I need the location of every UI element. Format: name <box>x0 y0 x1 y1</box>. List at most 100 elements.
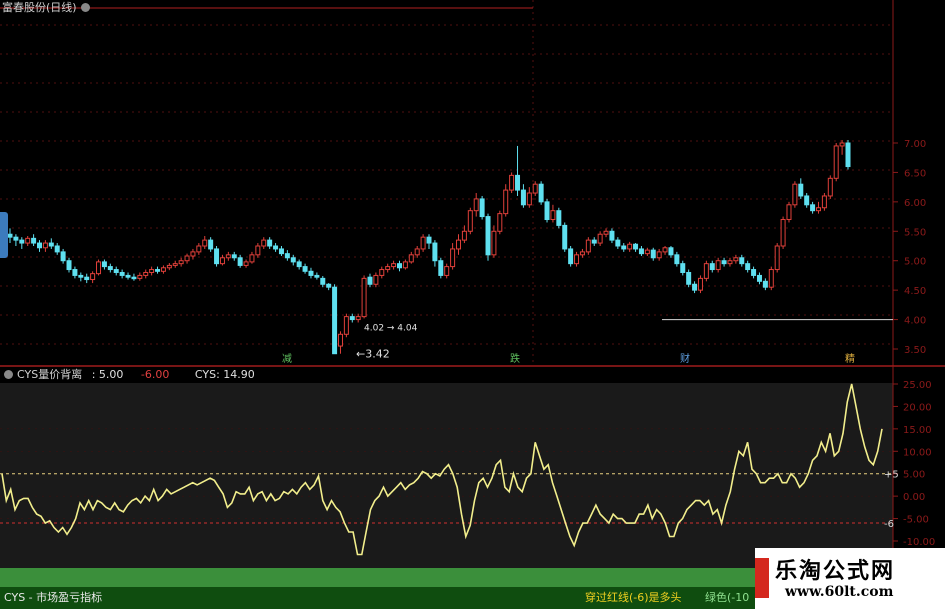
candle-body <box>31 237 37 244</box>
candle-body <box>208 239 214 250</box>
candle-body <box>503 189 509 215</box>
candle-body <box>214 248 220 265</box>
candle-body <box>609 230 615 241</box>
watermark: 乐淘公式网 www.60lt.com <box>755 548 945 609</box>
price-axis-ticks: 7.00 6.50 6.00 5.50 5.00 4.50 4.00 3.50 <box>893 139 926 356</box>
candle-body <box>426 236 432 244</box>
indicator-axis-tick-label: -5.00 <box>903 515 929 526</box>
overlay-price-text: 4.02 → 4.04 <box>364 324 418 334</box>
candle-body <box>686 271 692 285</box>
watermark-title: 乐淘公式网 <box>775 558 896 584</box>
candle-body <box>603 230 609 235</box>
candle-body <box>84 276 90 281</box>
candle-body <box>249 254 255 263</box>
indicator-value-1: : 5.00 <box>91 368 124 381</box>
candle-body <box>515 174 521 191</box>
candle-body <box>107 266 113 271</box>
dropdown-icon[interactable] <box>80 3 90 12</box>
candle-body <box>19 239 25 244</box>
candle-body <box>355 316 361 321</box>
price-axis-tick-label: 4.50 <box>904 286 926 297</box>
price-grid <box>0 0 893 366</box>
indicator-menu-icon[interactable] <box>4 370 13 379</box>
candle-body <box>727 260 733 265</box>
signal-band <box>0 568 760 587</box>
event-tag: 精 <box>845 352 855 365</box>
candle-body <box>284 253 290 259</box>
event-tag: 跌 <box>510 352 520 365</box>
candle-body <box>261 239 267 247</box>
candle-body <box>60 251 66 262</box>
candle-body <box>550 210 556 221</box>
price-axis-tick-label: 6.00 <box>904 198 926 209</box>
candle-body <box>131 276 137 280</box>
candle-body <box>290 257 296 263</box>
indicator-axis-ticks: 25.00 20.00 15.00 10.00 5.00 0.00 -5.00 -10.00 <box>893 380 935 548</box>
candle-body <box>326 283 332 288</box>
price-axis-tick-label: 7.00 <box>904 139 926 150</box>
candle-body <box>733 257 739 262</box>
candle-body <box>7 233 13 238</box>
candle-body <box>367 276 373 285</box>
candle-body <box>149 269 155 273</box>
candle-body <box>703 263 709 279</box>
candle-body <box>692 283 698 291</box>
candle-body <box>72 269 78 276</box>
candle-body <box>125 274 131 278</box>
candle-body <box>538 183 544 203</box>
candle-body <box>815 207 821 212</box>
candle-body <box>184 255 190 262</box>
candle-body <box>196 245 202 253</box>
candle-body <box>591 239 597 244</box>
candle-body <box>461 230 467 241</box>
candle-body <box>178 260 184 265</box>
candle-body <box>827 177 833 197</box>
candle-body <box>37 242 43 249</box>
candle-body <box>615 239 621 247</box>
candle-body <box>467 210 473 232</box>
candle-body <box>621 245 627 250</box>
low-price-label: ←3.42 <box>356 348 390 361</box>
candle-body <box>320 277 326 285</box>
left-scroll-tab[interactable] <box>0 212 8 258</box>
candle-body <box>745 263 751 271</box>
candle-body <box>833 145 839 179</box>
watermark-url: www.60lt.com <box>785 584 894 600</box>
candlestick-series <box>7 140 851 355</box>
footer-bar: CYS - 市场盈亏指标 穿过红线(-6)是多头 绿色(-10 <box>0 587 760 609</box>
candle-body <box>497 213 503 232</box>
candle-body <box>579 251 585 256</box>
candle-body <box>42 242 48 249</box>
candle-body <box>674 254 680 265</box>
candle-body <box>13 236 19 241</box>
candle-body <box>391 263 397 268</box>
candle-body <box>780 219 786 247</box>
candle-body <box>627 243 633 250</box>
candle-body <box>633 243 639 250</box>
candle-body <box>739 257 745 265</box>
candle-body <box>332 286 338 355</box>
candle-body <box>597 233 603 244</box>
candle-body <box>155 269 161 272</box>
indicator-name: CYS量价背离 <box>17 368 83 381</box>
candle-body <box>532 183 538 194</box>
footer-left-text: CYS - 市场盈亏指标 <box>4 591 103 604</box>
candle-body <box>544 201 550 221</box>
candle-body <box>585 239 591 253</box>
candle-body <box>255 245 261 256</box>
candle-body <box>101 261 107 268</box>
price-axis-tick-label: 3.50 <box>904 345 926 356</box>
indicator-axis-tick-label: 20.00 <box>903 402 932 413</box>
candle-body <box>420 236 426 250</box>
candle-body <box>644 249 650 255</box>
candle-body <box>520 189 526 206</box>
candle-body <box>491 230 497 256</box>
candle-body <box>568 248 574 265</box>
candle-body <box>172 263 178 266</box>
indicator-axis-tick-label: 25.00 <box>903 380 932 391</box>
title-bar: 富春股份(日线) <box>0 0 94 16</box>
candle-body <box>650 249 656 259</box>
price-axis-tick-label: 6.50 <box>904 168 926 179</box>
candle-body <box>143 271 149 276</box>
candle-body <box>302 266 308 272</box>
